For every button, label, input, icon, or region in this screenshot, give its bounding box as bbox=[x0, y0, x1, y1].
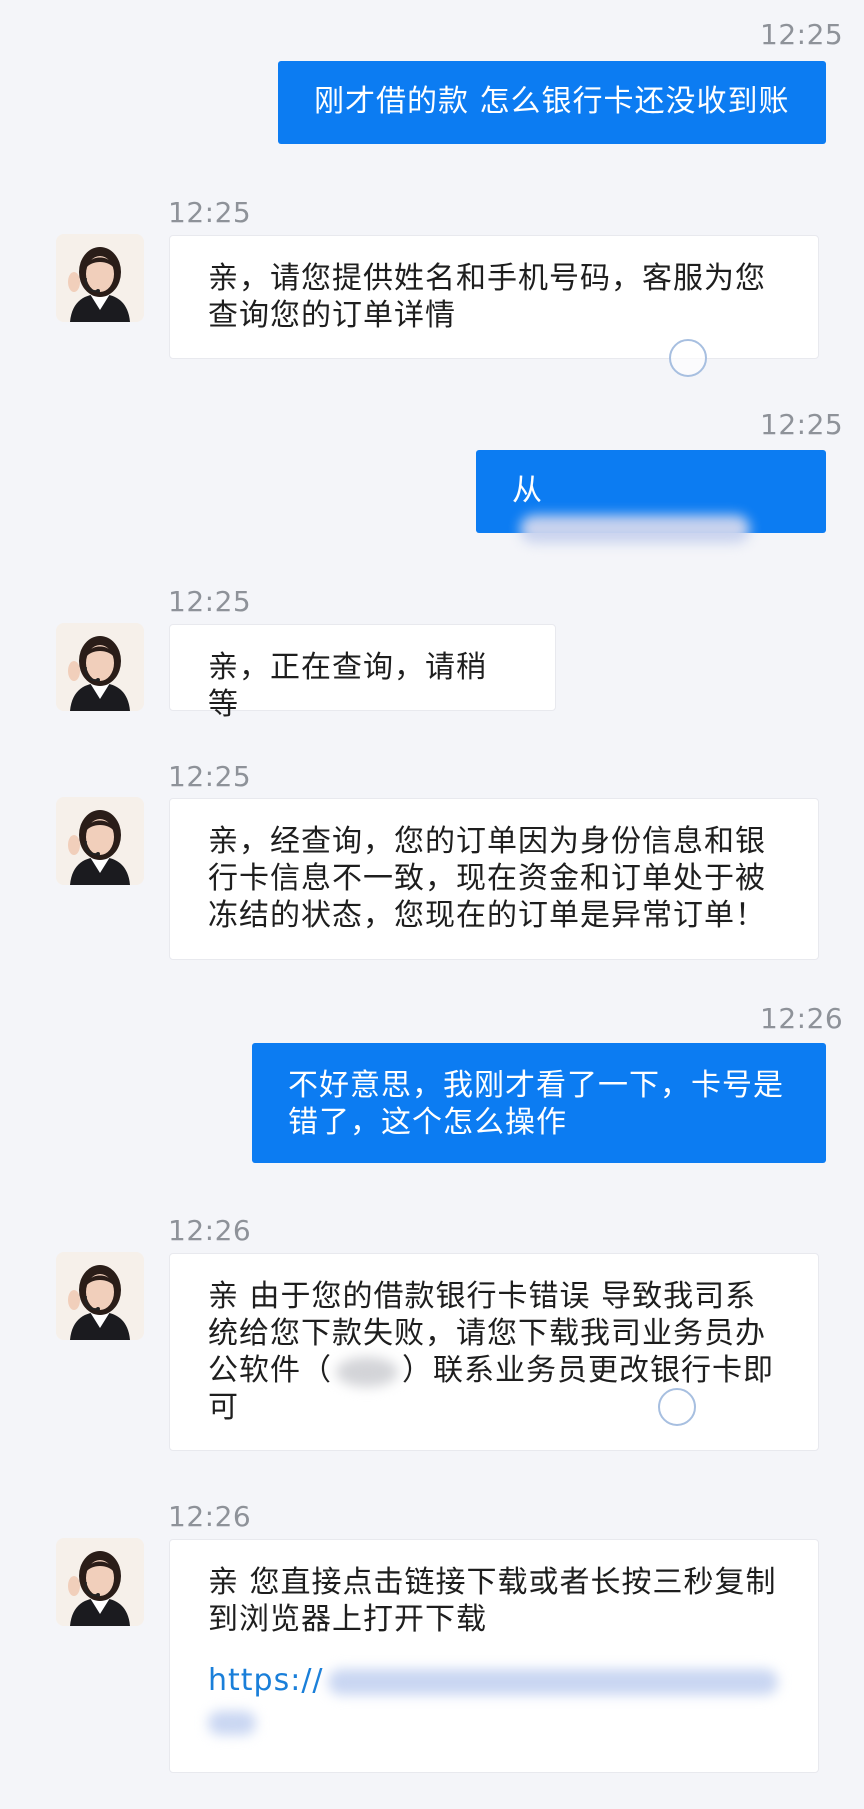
link-text: https:// bbox=[208, 1663, 324, 1698]
redacted-text bbox=[336, 1356, 398, 1387]
agent-avatar[interactable] bbox=[56, 623, 144, 711]
loading-ring-icon bbox=[658, 1388, 696, 1426]
redacted-url bbox=[327, 1668, 778, 1695]
agent-avatar-image bbox=[56, 1252, 144, 1340]
message-line: 公软件（ ）联系业务员更改银行卡即 bbox=[208, 1352, 780, 1389]
timestamp: 12:26 bbox=[168, 1500, 252, 1533]
agent-avatar[interactable] bbox=[56, 1538, 144, 1626]
redacted-url bbox=[208, 1710, 256, 1735]
message-line: 冻结的状态，您现在的订单是异常订单！ bbox=[208, 898, 766, 933]
message-line: 统给您下款失败，请您下载我司业务员办 bbox=[208, 1316, 766, 1351]
incoming-message[interactable]: 亲 您直接点击链接下载或者长按三秒复制 到浏览器上打开下载 https:// bbox=[169, 1539, 819, 1773]
outgoing-message[interactable]: 刚才借的款 怎么银行卡还没收到账 bbox=[278, 61, 826, 144]
message-line: 亲，请您提供姓名和手机号码，客服为您 bbox=[208, 261, 766, 296]
loading-ring-icon bbox=[669, 339, 707, 377]
outgoing-message[interactable]: 从 bbox=[476, 450, 826, 543]
message-text: 公软件（ bbox=[208, 1353, 332, 1388]
message-line: 行卡信息不一致，现在资金和订单处于被 bbox=[208, 861, 766, 896]
redacted-text bbox=[520, 514, 750, 543]
timestamp: 12:25 bbox=[760, 18, 844, 51]
timestamp: 12:26 bbox=[168, 1214, 252, 1247]
agent-avatar[interactable] bbox=[56, 797, 144, 885]
message-line: 亲，正在查询，请稍等 bbox=[208, 650, 487, 722]
outgoing-message[interactable]: 不好意思，我刚才看了一下，卡号是 错了，这个怎么操作 bbox=[252, 1043, 826, 1163]
agent-avatar-image bbox=[56, 1538, 144, 1626]
message-line: 到浏览器上打开下载 bbox=[208, 1602, 487, 1637]
timestamp: 12:25 bbox=[760, 408, 844, 441]
download-link[interactable]: https:// bbox=[208, 1662, 780, 1699]
message-line: 亲 您直接点击链接下载或者长按三秒复制 bbox=[208, 1565, 777, 1600]
incoming-message[interactable]: 亲，正在查询，请稍等 bbox=[169, 624, 556, 722]
message-line: 查询您的订单详情 bbox=[208, 298, 456, 333]
message-text: ）联系业务员更改银行卡即 bbox=[402, 1353, 774, 1388]
agent-avatar[interactable] bbox=[56, 234, 144, 322]
agent-avatar-image bbox=[56, 797, 144, 885]
message-text: 刚才借的款 怎么银行卡还没收到账 bbox=[314, 84, 790, 119]
incoming-message[interactable]: 亲，请您提供姓名和手机号码，客服为您 查询您的订单详情 bbox=[169, 235, 819, 359]
agent-avatar-image bbox=[56, 623, 144, 711]
agent-avatar[interactable] bbox=[56, 1252, 144, 1340]
timestamp: 12:25 bbox=[168, 196, 252, 229]
agent-avatar-image bbox=[56, 234, 144, 322]
timestamp: 12:25 bbox=[168, 760, 252, 793]
message-text: 从 bbox=[512, 473, 543, 508]
message-line: 不好意思，我刚才看了一下，卡号是 bbox=[288, 1068, 784, 1103]
message-line: 错了，这个怎么操作 bbox=[288, 1105, 567, 1140]
timestamp: 12:26 bbox=[760, 1002, 844, 1035]
incoming-message[interactable]: 亲 由于您的借款银行卡错误 导致我司系 统给您下款失败，请您下载我司业务员办 公… bbox=[169, 1253, 819, 1451]
download-link-continued[interactable] bbox=[208, 1703, 780, 1740]
message-line: 亲 由于您的借款银行卡错误 导致我司系 bbox=[208, 1279, 757, 1314]
timestamp: 12:25 bbox=[168, 585, 252, 618]
incoming-message[interactable]: 亲，经查询，您的订单因为身份信息和银 行卡信息不一致，现在资金和订单处于被 冻结… bbox=[169, 798, 819, 960]
message-line: 亲，经查询，您的订单因为身份信息和银 bbox=[208, 824, 766, 859]
